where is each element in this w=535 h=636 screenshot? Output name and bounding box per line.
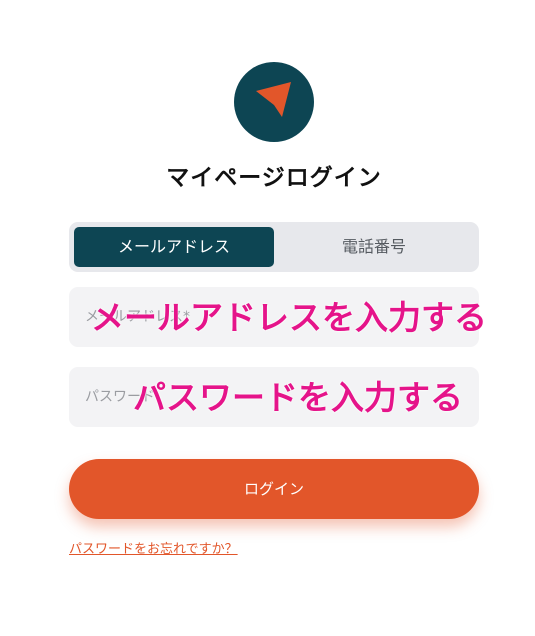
forgot-password-link[interactable]: パスワードをお忘れですか？ xyxy=(69,538,238,557)
tab-phone[interactable]: 電話番号 xyxy=(274,227,474,267)
login-button[interactable]: ログイン xyxy=(69,459,479,519)
page-title: マイページログイン xyxy=(166,165,382,191)
password-field-wrapper: パスワードを入力する xyxy=(69,367,479,427)
email-input[interactable] xyxy=(69,287,479,347)
login-method-tabs: メールアドレス 電話番号 xyxy=(69,222,479,272)
brand-logo xyxy=(234,62,314,142)
tab-email[interactable]: メールアドレス xyxy=(74,227,274,267)
arrow-pointer-icon xyxy=(256,82,291,117)
email-field-wrapper: メールアドレスを入力する xyxy=(69,287,487,347)
password-input[interactable] xyxy=(69,367,479,427)
